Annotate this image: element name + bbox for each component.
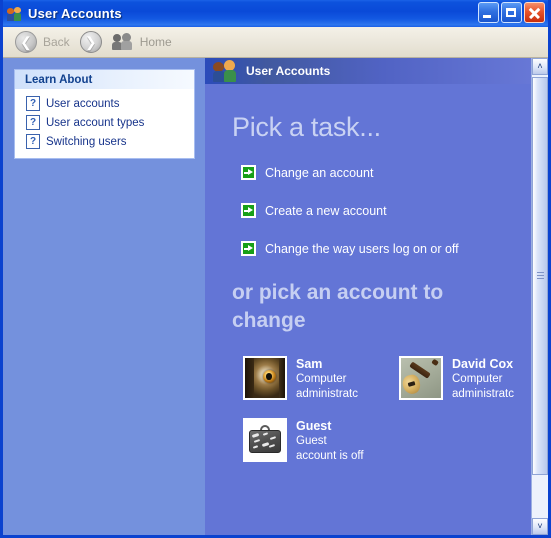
grip-icon — [537, 272, 544, 280]
home-label: Home — [139, 35, 172, 49]
close-button[interactable] — [524, 2, 545, 23]
sidebar-link-switching-users[interactable]: ? Switching users — [15, 132, 194, 151]
main-content: User Accounts Pick a task... Change an a… — [205, 58, 548, 535]
green-arrow-icon — [241, 203, 256, 218]
learn-about-panel: Learn About ? User accounts ? User accou… — [14, 69, 195, 159]
account-info: David Cox Computer administratc — [452, 356, 524, 402]
sidebar-link-label: Switching users — [46, 135, 127, 148]
sidebar: Learn About ? User accounts ? User accou… — [3, 58, 205, 535]
owl-photo — [243, 355, 287, 400]
navigation-toolbar: ❮ Back ❯ Home — [3, 27, 548, 58]
account-name: David Cox — [452, 356, 514, 371]
account-description: Computer administratc — [452, 373, 514, 400]
client-area: Learn About ? User accounts ? User accou… — [3, 58, 548, 535]
back-button[interactable]: ❮ Back — [10, 30, 75, 54]
accounts-row: Sam Computer administratc David Cox Comp… — [243, 355, 548, 402]
account-info: Guest Guest account is off — [296, 418, 368, 464]
task-label: Change the way users log on or off — [265, 241, 459, 256]
sidebar-link-label: User account types — [46, 116, 145, 129]
suitcase-photo — [243, 417, 287, 462]
arrow-right-circle-icon: ❯ — [79, 31, 102, 53]
arrow-left-circle-icon: ❮ — [15, 31, 37, 53]
window-title: User Accounts — [28, 6, 122, 21]
vertical-scrollbar[interactable]: ˄ ˅ — [531, 58, 548, 535]
chevron-up-icon: ˄ — [537, 61, 543, 71]
content-body: Pick a task... Change an account Create … — [205, 84, 548, 463]
content-banner: User Accounts — [205, 58, 548, 84]
title-bar: User Accounts — [3, 0, 548, 27]
users-icon — [213, 60, 237, 82]
scrollbar-track[interactable] — [532, 75, 548, 518]
task-create-a-new-account[interactable]: Create a new account — [241, 203, 548, 218]
users-icon — [7, 6, 23, 22]
scroll-down-button[interactable]: ˅ — [532, 518, 548, 535]
sidebar-link-user-account-types[interactable]: ? User account types — [15, 113, 194, 132]
scrollbar-thumb[interactable] — [532, 77, 548, 475]
help-question-icon: ? — [26, 96, 40, 111]
account-info: Sam Computer administratc — [296, 356, 368, 402]
account-description: Computer administratc — [296, 373, 358, 400]
account-name: Guest — [296, 418, 332, 433]
help-question-icon: ? — [26, 115, 40, 130]
scroll-up-button[interactable]: ˄ — [532, 58, 548, 75]
learn-about-header: Learn About — [15, 70, 194, 89]
forward-button[interactable]: ❯ — [75, 30, 107, 54]
pick-task-heading: Pick a task... — [232, 112, 381, 142]
account-description: Guest account is off — [296, 434, 364, 462]
green-arrow-icon — [241, 165, 256, 180]
task-label: Create a new account — [265, 203, 387, 218]
green-arrow-icon — [241, 241, 256, 256]
accounts-grid: Sam Computer administratc David Cox Comp… — [243, 355, 548, 464]
panel-title: Learn About — [25, 73, 93, 86]
sidebar-link-label: User accounts — [46, 97, 120, 110]
chevron-down-icon: ˅ — [537, 521, 543, 531]
account-name: Sam — [296, 356, 323, 371]
account-tile-guest[interactable]: Guest Guest account is off — [243, 417, 399, 464]
task-label: Change an account — [265, 165, 374, 180]
account-tile-sam[interactable]: Sam Computer administratc — [243, 355, 399, 402]
minimize-button[interactable] — [478, 2, 499, 23]
task-change-an-account[interactable]: Change an account — [241, 165, 548, 180]
task-list: Change an account Create a new account C… — [241, 165, 548, 256]
user-accounts-window: User Accounts ❮ Back ❯ Home Learn About … — [0, 0, 551, 538]
pick-account-heading: or pick an account to change — [232, 281, 444, 333]
banner-title: User Accounts — [246, 64, 331, 78]
users-home-icon — [111, 33, 134, 51]
help-question-icon: ? — [26, 134, 40, 149]
home-button[interactable]: Home — [107, 30, 177, 54]
learn-about-links: ? User accounts ? User account types ? S… — [15, 89, 194, 158]
window-controls — [478, 2, 545, 23]
sidebar-link-user-accounts[interactable]: ? User accounts — [15, 94, 194, 113]
back-label: Back — [43, 35, 70, 49]
account-tile-david-cox[interactable]: David Cox Computer administratc — [399, 355, 548, 402]
accounts-row: Guest Guest account is off — [243, 417, 548, 464]
guitar-photo — [399, 355, 443, 400]
task-change-logon-method[interactable]: Change the way users log on or off — [241, 241, 548, 256]
maximize-button[interactable] — [501, 2, 522, 23]
